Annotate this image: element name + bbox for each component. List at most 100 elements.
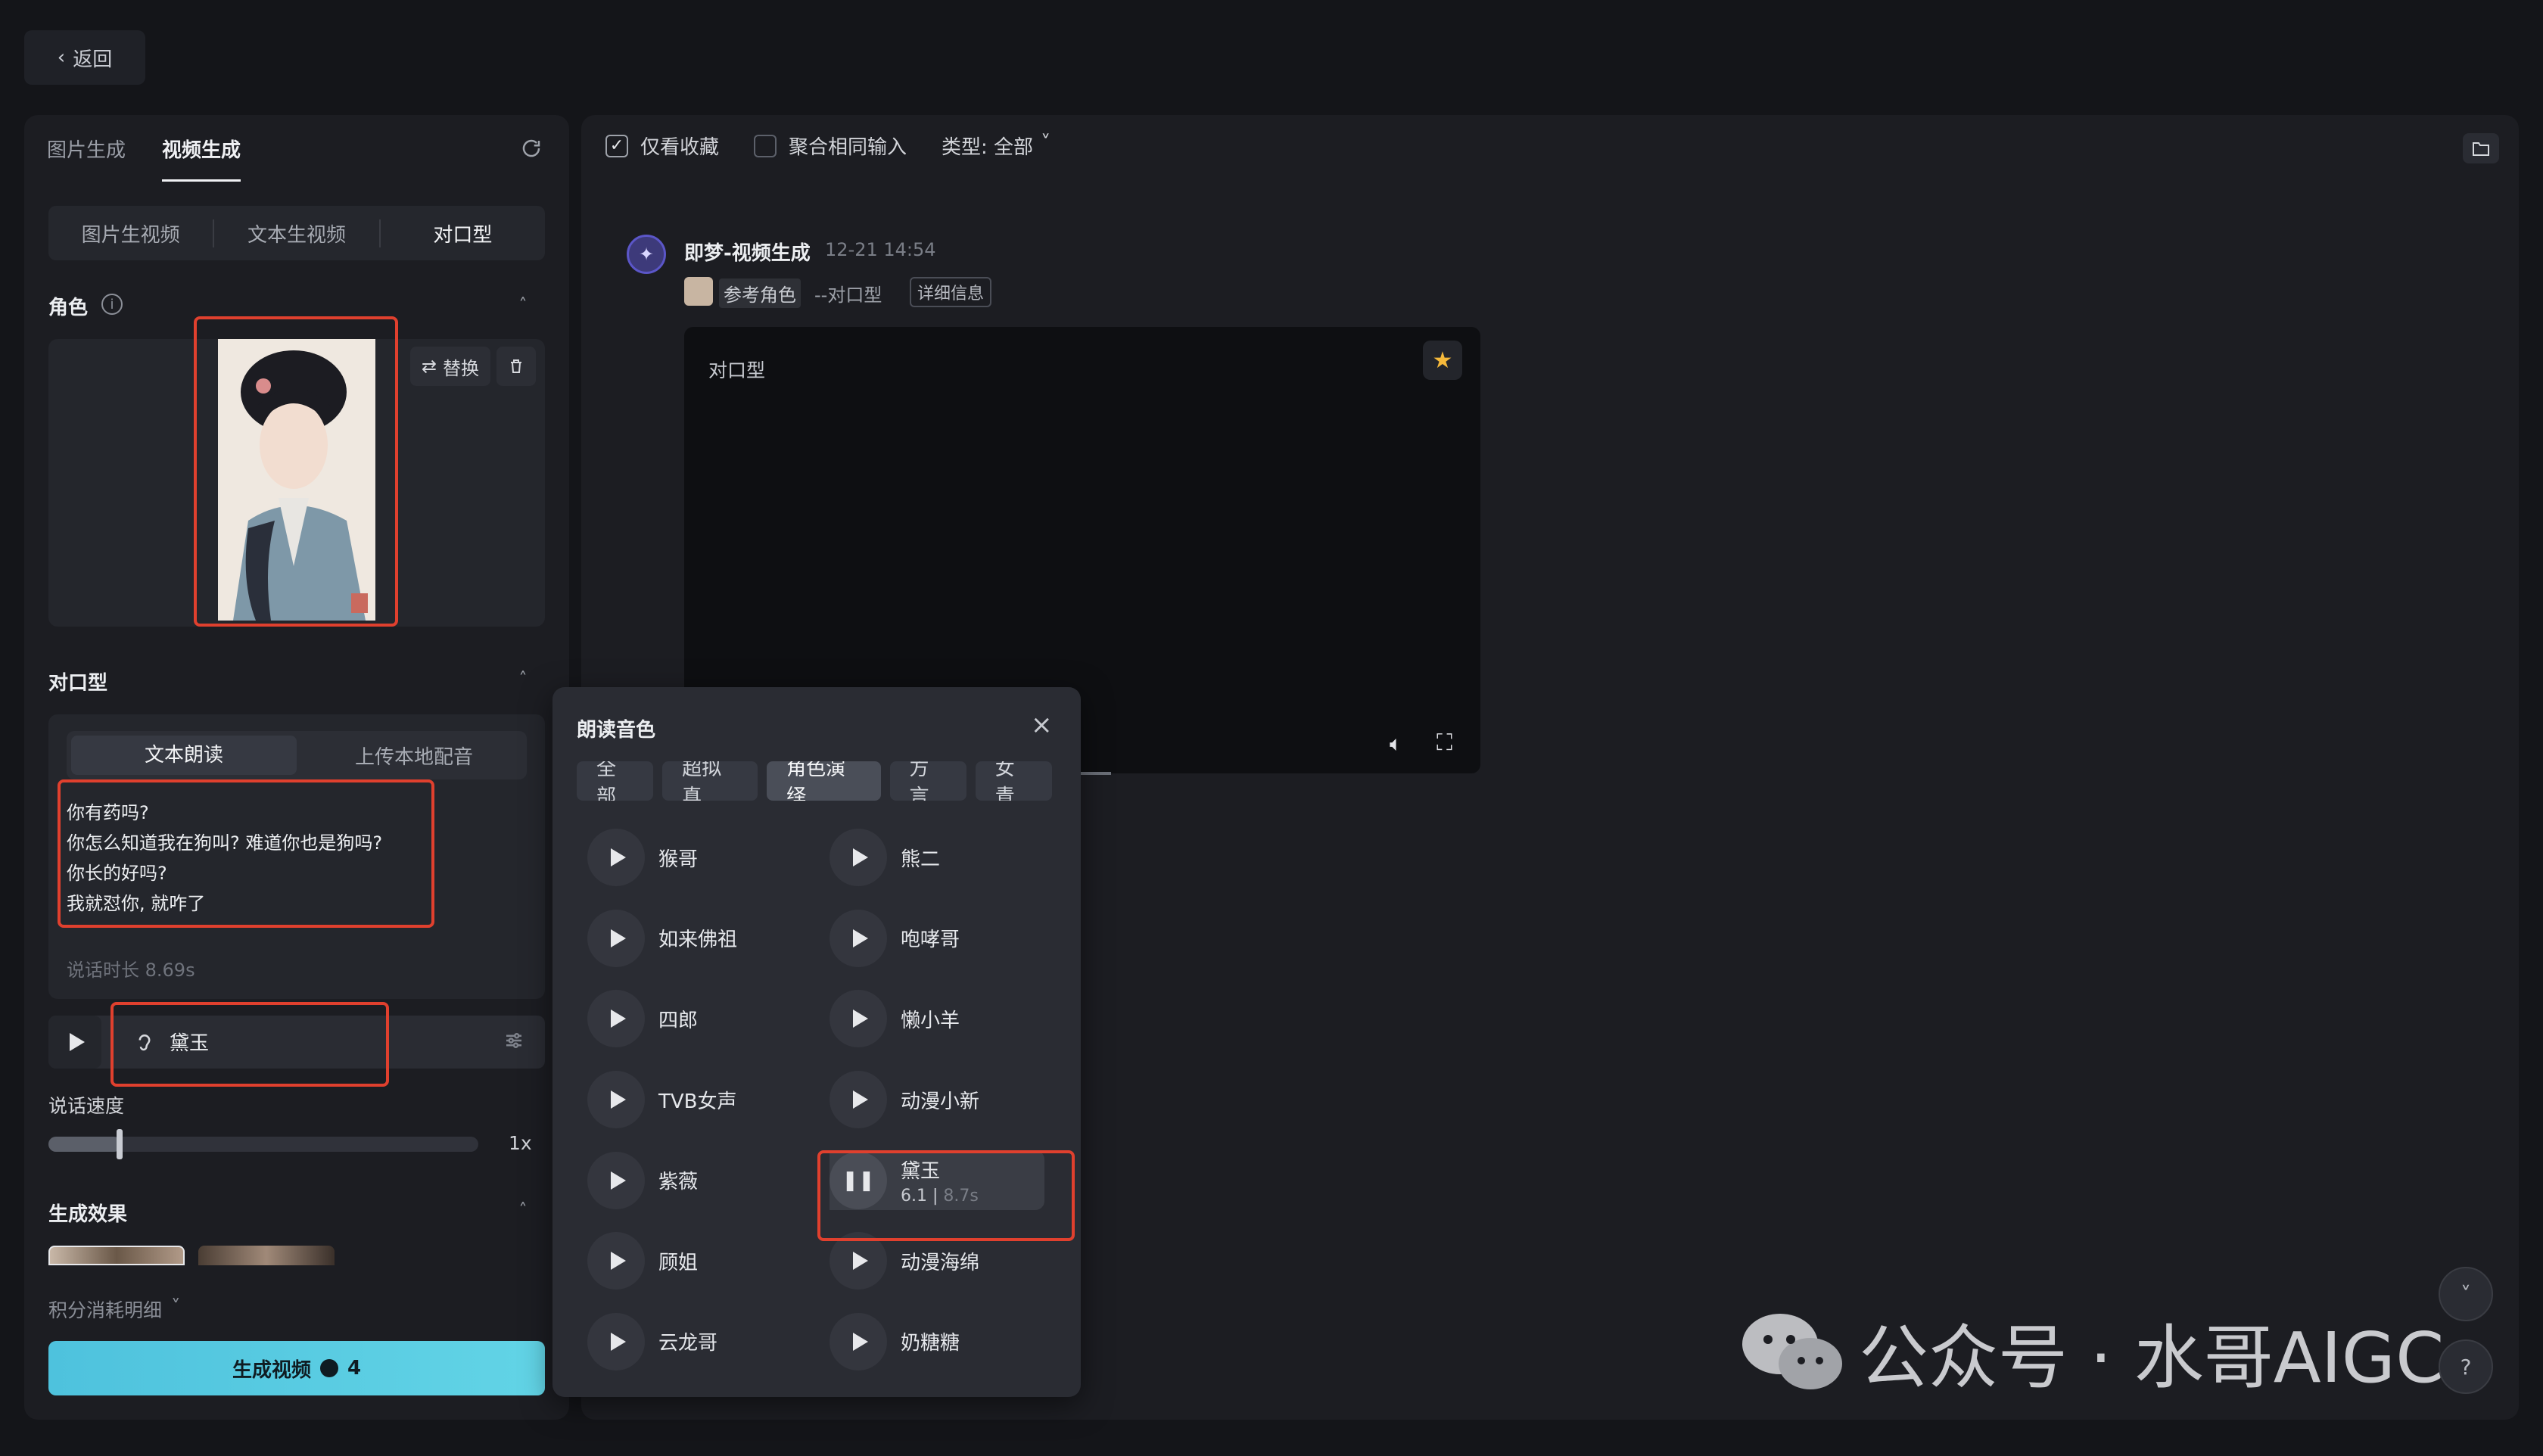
effect-thumb[interactable] xyxy=(198,1246,335,1265)
voice-item[interactable]: 咆哮哥 xyxy=(830,909,1044,969)
speed-value: 1x xyxy=(509,1132,532,1154)
chip-all[interactable]: 全部 xyxy=(577,761,654,801)
detail-button[interactable]: 详细信息 xyxy=(910,277,992,307)
generate-video-button[interactable]: 生成视频 4 xyxy=(48,1341,545,1395)
voice-item[interactable]: 猴哥 xyxy=(587,828,737,888)
speech-tabs: 文本朗读 上传本地配音 xyxy=(67,731,527,779)
voice-item[interactable]: 云龙哥 xyxy=(587,1311,737,1371)
mode-segment: 图片生视频 文本生视频 对口型 xyxy=(48,206,545,260)
folder-icon[interactable] xyxy=(2463,133,2499,163)
popup-title: 朗读音色 xyxy=(577,719,656,742)
mode-image-to-video[interactable]: 图片生视频 xyxy=(48,219,215,247)
role-title: 角色 xyxy=(48,297,89,319)
chevron-down-icon: ˅ xyxy=(1041,132,1051,154)
voice-item[interactable]: 四郎 xyxy=(587,989,737,1049)
ref-thumb xyxy=(684,277,713,306)
back-button[interactable]: ‹ 返回 xyxy=(24,30,145,85)
swap-icon: ⇄ xyxy=(421,356,437,377)
mode-text: --对口型 xyxy=(814,285,882,306)
play-icon xyxy=(853,1010,868,1028)
watermark: 公众号 · 水哥AIGC xyxy=(1741,1302,2444,1402)
delete-button[interactable] xyxy=(496,347,536,386)
video-progress[interactable] xyxy=(1081,772,1111,775)
play-button xyxy=(587,990,645,1048)
star-icon[interactable]: ★ xyxy=(1423,341,1462,380)
speed-label: 说话速度 xyxy=(48,1095,125,1117)
voice-highlight xyxy=(110,1002,389,1087)
chevron-down-icon: ˅ xyxy=(171,1296,181,1318)
speed-handle[interactable] xyxy=(117,1129,123,1159)
fullscreen-icon[interactable]: ⛶ xyxy=(1436,730,1452,756)
voice-settings-icon[interactable] xyxy=(503,1029,525,1055)
play-icon xyxy=(611,1090,626,1109)
replace-button[interactable]: ⇄ 替换 xyxy=(410,347,490,386)
play-icon xyxy=(853,929,868,947)
points-icon xyxy=(319,1359,338,1377)
play-button xyxy=(587,1071,645,1129)
mode-text-to-video[interactable]: 文本生视频 xyxy=(214,219,381,247)
voice-item[interactable]: 紫薇 xyxy=(587,1150,737,1210)
play-icon xyxy=(611,848,626,867)
voice-category-chips: 全部 超拟真 角色演绎 方言 女青 xyxy=(577,761,1052,801)
chevron-up-icon[interactable]: ˄ xyxy=(515,1201,531,1220)
voice-list-right: 熊二 咆哮哥 懒小羊 动漫小新 ❚❚ 黛玉 6.1 | 8.7s 动漫海绵 奶糖… xyxy=(830,828,1044,1371)
play-icon xyxy=(853,1090,868,1109)
play-icon xyxy=(853,848,868,867)
play-button xyxy=(830,909,887,967)
voice-item[interactable]: 如来佛祖 xyxy=(587,909,737,969)
chevron-left-icon: ‹ xyxy=(57,46,66,69)
filter-bar: ✓ 仅看收藏 聚合相同输入 类型: 全部 ˅ xyxy=(605,132,1051,160)
play-button xyxy=(587,1312,645,1370)
points-detail[interactable]: 积分消耗明细 ˅ xyxy=(48,1296,181,1323)
selected-voice-highlight xyxy=(817,1150,1075,1241)
play-button xyxy=(830,1312,887,1370)
chip-realistic[interactable]: 超拟真 xyxy=(662,761,758,801)
speed-fill xyxy=(48,1137,121,1152)
refresh-icon[interactable] xyxy=(516,133,546,163)
help-button[interactable]: ? xyxy=(2439,1339,2493,1394)
voice-item[interactable]: 顾姐 xyxy=(587,1231,737,1291)
info-icon[interactable]: i xyxy=(101,294,123,315)
volume-icon[interactable]: 🔈︎ xyxy=(1390,731,1402,757)
scroll-down-button[interactable]: ˅ xyxy=(2439,1267,2493,1321)
close-icon[interactable]: × xyxy=(1031,710,1053,740)
tab-text-read[interactable]: 文本朗读 xyxy=(71,736,297,775)
chip-dialect[interactable]: 方言 xyxy=(889,761,966,801)
fav-only-checkbox[interactable]: ✓ xyxy=(605,134,628,157)
chip-young-female[interactable]: 女青 xyxy=(975,761,1052,801)
voice-item[interactable]: TVB女声 xyxy=(587,1070,737,1130)
mode-lipsync[interactable]: 对口型 xyxy=(381,219,545,247)
play-button xyxy=(587,829,645,887)
voice-item[interactable]: 动漫小新 xyxy=(830,1070,1044,1130)
tab-upload-audio[interactable]: 上传本地配音 xyxy=(301,742,527,770)
voice-item[interactable]: 奶糖糖 xyxy=(830,1311,1044,1371)
voice-item[interactable]: 熊二 xyxy=(830,828,1044,888)
play-button xyxy=(587,1151,645,1209)
chevron-up-icon[interactable]: ˄ xyxy=(515,670,531,689)
play-button xyxy=(830,990,887,1048)
lipsync-title: 对口型 xyxy=(48,672,108,695)
tab-video-gen[interactable]: 视频生成 xyxy=(162,135,241,182)
play-button xyxy=(830,829,887,887)
play-button xyxy=(587,909,645,967)
voice-play-button[interactable] xyxy=(48,1016,101,1069)
chip-character[interactable]: 角色演绎 xyxy=(767,761,881,801)
play-button xyxy=(587,1232,645,1290)
app-logo-icon: ✦ xyxy=(627,235,666,274)
chevron-up-icon[interactable]: ˄ xyxy=(515,296,531,315)
trash-icon xyxy=(511,359,521,373)
back-label: 返回 xyxy=(73,48,113,71)
tab-image-gen[interactable]: 图片生成 xyxy=(47,135,126,182)
type-filter-dropdown[interactable]: 类型: 全部 ˅ xyxy=(942,132,1051,160)
speech-duration: 说话时长 8.69s xyxy=(67,960,195,981)
merge-same-checkbox[interactable] xyxy=(754,134,777,157)
video-title: 对口型 xyxy=(708,359,766,381)
effect-title: 生成效果 xyxy=(48,1203,128,1226)
author-name: 即梦-视频生成 xyxy=(684,242,811,265)
play-button xyxy=(830,1071,887,1129)
wechat-icon xyxy=(1742,1313,1842,1389)
effect-thumb[interactable] xyxy=(48,1246,185,1265)
voice-item[interactable]: 懒小羊 xyxy=(830,989,1044,1049)
ref-label: 参考角色 xyxy=(719,278,801,308)
play-icon xyxy=(611,1171,626,1190)
